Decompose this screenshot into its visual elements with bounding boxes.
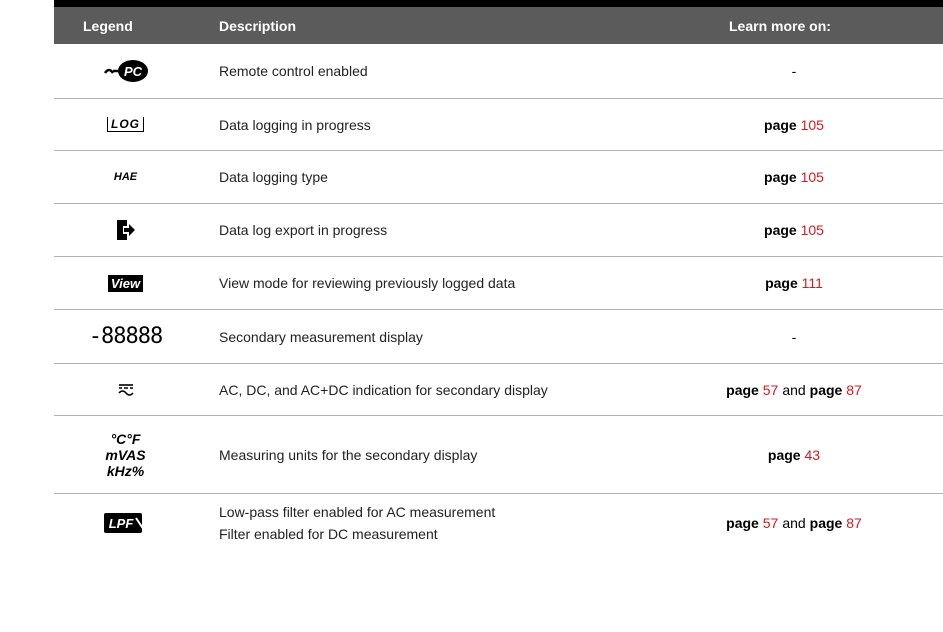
acdc-icon bbox=[54, 364, 197, 415]
page-link[interactable]: 43 bbox=[805, 447, 821, 463]
row-description: Data logging type bbox=[219, 169, 328, 185]
table-row: AC, DC, and AC+DC indication for seconda… bbox=[54, 364, 943, 416]
row-description: Measuring units for the secondary displa… bbox=[219, 446, 478, 463]
page-word: page bbox=[809, 514, 843, 531]
page-link[interactable]: 87 bbox=[846, 515, 862, 531]
units-icon: °C°F mVAS kHz% bbox=[105, 430, 146, 479]
page-word: page bbox=[767, 446, 801, 463]
seven-segment-icon: -88888 bbox=[88, 324, 163, 349]
export-icon bbox=[54, 204, 197, 256]
table-row: HAE Data logging type page 105 bbox=[54, 151, 943, 204]
page-word: page bbox=[764, 169, 797, 185]
header-description: Description bbox=[219, 18, 297, 34]
view-icon: View bbox=[54, 257, 197, 309]
table-row: LOG Data logging in progress page 105 bbox=[54, 99, 943, 151]
table-row: Data log export in progress page 105 bbox=[54, 204, 943, 257]
row-description: Low-pass filter enabled for AC measureme… bbox=[219, 494, 495, 551]
row-learn-more: page 43 bbox=[674, 416, 914, 493]
row-description: Remote control enabled bbox=[219, 63, 368, 79]
row-learn-more: - bbox=[791, 63, 797, 79]
table-top-rule bbox=[54, 0, 943, 7]
page-link[interactable]: 105 bbox=[801, 117, 824, 133]
row-description: Secondary measurement display bbox=[219, 328, 423, 345]
page-word: page bbox=[765, 275, 798, 291]
row-learn-more: page 57 and page 87 bbox=[674, 494, 914, 551]
row-learn-more: page 105 bbox=[674, 151, 914, 203]
table-header: Legend Description Learn more on: bbox=[54, 7, 943, 44]
and-text: and bbox=[782, 514, 806, 531]
page-link[interactable]: 57 bbox=[763, 382, 779, 398]
page-word: page bbox=[809, 381, 843, 398]
row-learn-more: page 111 bbox=[674, 257, 914, 309]
description-line-1: Low-pass filter enabled for AC measureme… bbox=[219, 503, 496, 520]
page-link[interactable]: 111 bbox=[802, 275, 823, 291]
row-description: Data log export in progress bbox=[219, 222, 388, 238]
table-row: °C°F mVAS kHz% Measuring units for the s… bbox=[54, 416, 943, 494]
hae-icon: HAE bbox=[113, 171, 138, 183]
svg-text:LPF: LPF bbox=[108, 516, 134, 531]
page-link[interactable]: 105 bbox=[801, 222, 824, 238]
row-learn-more: page 57 and page 87 bbox=[674, 364, 914, 415]
row-learn-more: page 105 bbox=[674, 99, 914, 150]
page-word: page bbox=[726, 514, 759, 531]
row-description: Data logging in progress bbox=[219, 116, 371, 133]
svg-text:PC: PC bbox=[123, 64, 142, 79]
page-word: page bbox=[726, 381, 759, 398]
page-link[interactable]: 105 bbox=[801, 169, 824, 185]
table-row: LPF Low-pass filter enabled for AC measu… bbox=[54, 494, 943, 551]
table-row: -88888 Secondary measurement display - bbox=[54, 310, 943, 364]
page-link[interactable]: 87 bbox=[846, 382, 862, 398]
row-description: AC, DC, and AC+DC indication for seconda… bbox=[219, 381, 548, 398]
description-line-2: Filter enabled for DC measurement bbox=[219, 525, 438, 542]
log-icon: LOG bbox=[54, 99, 197, 150]
remote-pc-icon: PC bbox=[54, 44, 197, 98]
and-text: and bbox=[782, 381, 806, 398]
page-link[interactable]: 57 bbox=[763, 515, 779, 531]
lpf-icon: LPF bbox=[54, 494, 197, 551]
table-row: View View mode for reviewing previously … bbox=[54, 257, 943, 310]
page-word: page bbox=[764, 116, 797, 133]
row-learn-more: page 105 bbox=[674, 204, 914, 256]
row-learn-more: - bbox=[791, 328, 797, 345]
page-word: page bbox=[764, 222, 797, 238]
header-legend: Legend bbox=[83, 18, 133, 34]
header-learn-more: Learn more on: bbox=[729, 18, 831, 34]
table-row: PC Remote control enabled - bbox=[54, 44, 943, 99]
row-description: View mode for reviewing previously logge… bbox=[219, 275, 516, 291]
legend-table: Legend Description Learn more on: PC Rem… bbox=[54, 0, 943, 551]
